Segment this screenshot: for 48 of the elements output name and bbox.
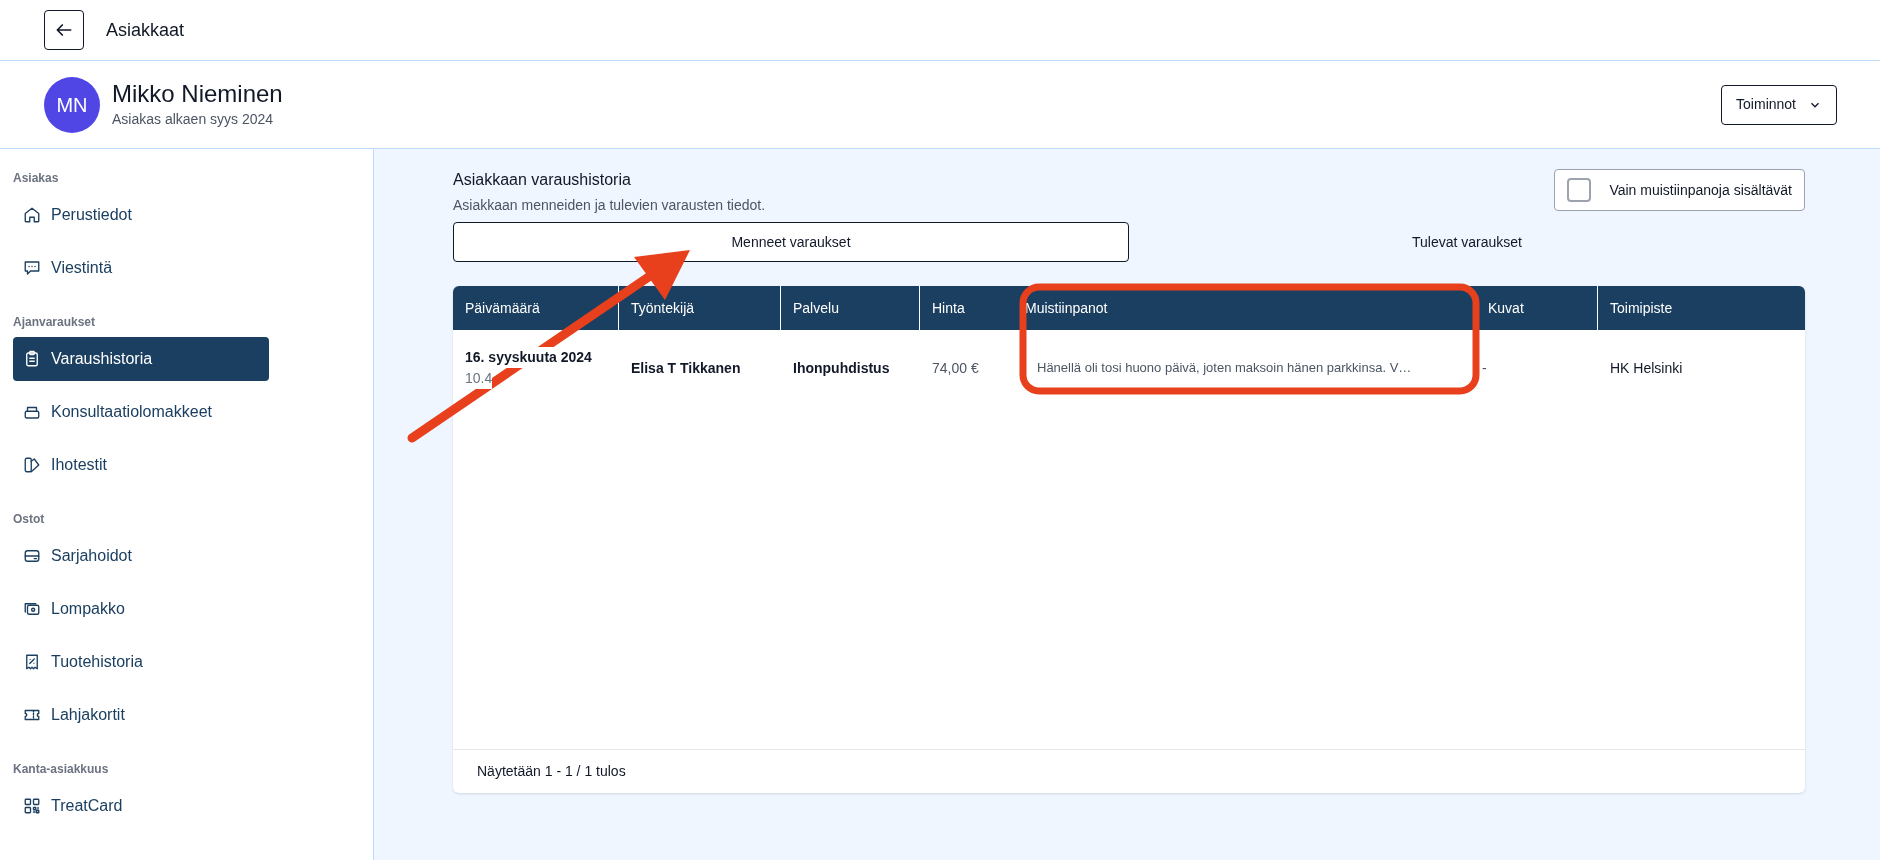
sidebar-item[interactable]: Viestintä xyxy=(13,246,269,290)
swatch-icon xyxy=(23,456,41,474)
column-header[interactable]: Päivämäärä xyxy=(453,286,619,330)
section-subtitle: Asiakkaan menneiden ja tulevien varausten tiedot. xyxy=(453,196,766,215)
booking-date: 16. syyskuuta 2024 xyxy=(465,347,592,368)
table-cell-text: 74,00 € xyxy=(931,358,980,378)
column-header[interactable]: Hinta xyxy=(920,286,1013,330)
sidebar-item[interactable]: Lahjakortit xyxy=(13,693,269,737)
sidebar-item[interactable]: Lompakko xyxy=(13,587,269,631)
sidebar-section-title: Ajanvaraukset xyxy=(13,314,97,331)
actions-dropdown[interactable]: Toiminnot xyxy=(1721,84,1837,125)
sidebar-section-title: Ostot xyxy=(13,511,46,528)
tab[interactable]: Tulevat varaukset xyxy=(1129,222,1805,262)
tab[interactable]: Menneet varaukset xyxy=(453,222,1129,262)
sidebar-item[interactable]: Ihotestit xyxy=(13,443,269,487)
table-cell-text: Hänellä oli tosi huono päivä, joten maksoin hänen parkkinsa. V… xyxy=(1036,359,1413,378)
table-cell-text: Ihonpuhdistus xyxy=(792,358,891,378)
notes-filter-checkbox[interactable]: Vain muistiinpanoja sisältävät xyxy=(1554,169,1805,211)
sidebar-item[interactable]: TreatCard xyxy=(13,784,269,828)
back-button[interactable] xyxy=(44,10,84,50)
column-header[interactable]: Toimipiste xyxy=(1598,286,1805,330)
qr-code-icon xyxy=(23,797,41,815)
stack-icon xyxy=(23,547,41,565)
table-cell-text: - xyxy=(1481,358,1488,378)
sidebar-item[interactable]: Perustiedot xyxy=(13,193,269,237)
customer-since: Asiakas alkaen syys 2024 xyxy=(112,110,275,129)
column-header[interactable]: Palvelu xyxy=(781,286,920,330)
sidebar-section-title: Asiakas xyxy=(13,170,60,187)
sidebar-section-title: Kanta-asiakkuus xyxy=(13,761,110,778)
results-count: Näytetään 1 - 1 / 1 tulos xyxy=(477,762,626,781)
checkbox[interactable] xyxy=(1567,178,1592,202)
sidebar-item[interactable]: Varaushistoria xyxy=(13,337,269,381)
sidebar-item[interactable]: Tuotehistoria xyxy=(13,640,269,684)
speech-bubble-icon xyxy=(23,259,41,277)
column-header[interactable]: Kuvat xyxy=(1476,286,1598,330)
table-cell-text: HK Helsinki xyxy=(1609,358,1684,378)
sidebar-item[interactable]: Konsultaatiolomakkeet xyxy=(13,390,269,434)
avatar: MN xyxy=(44,76,100,133)
sidebar-item[interactable]: Sarjahoidot xyxy=(13,534,269,578)
column-header[interactable]: Muistiinpanot xyxy=(1013,286,1476,330)
customer-name: Mikko Nieminen xyxy=(112,79,283,109)
receipt-icon xyxy=(23,653,41,671)
house-icon xyxy=(23,206,41,224)
clipboard-icon xyxy=(23,350,41,368)
section-title: Asiakkaan varaushistoria xyxy=(453,170,632,190)
table-cell-text: Elisa T Tikkanen xyxy=(630,358,742,378)
page-title: Asiakkaat xyxy=(106,18,185,42)
wallet-icon xyxy=(23,600,41,618)
